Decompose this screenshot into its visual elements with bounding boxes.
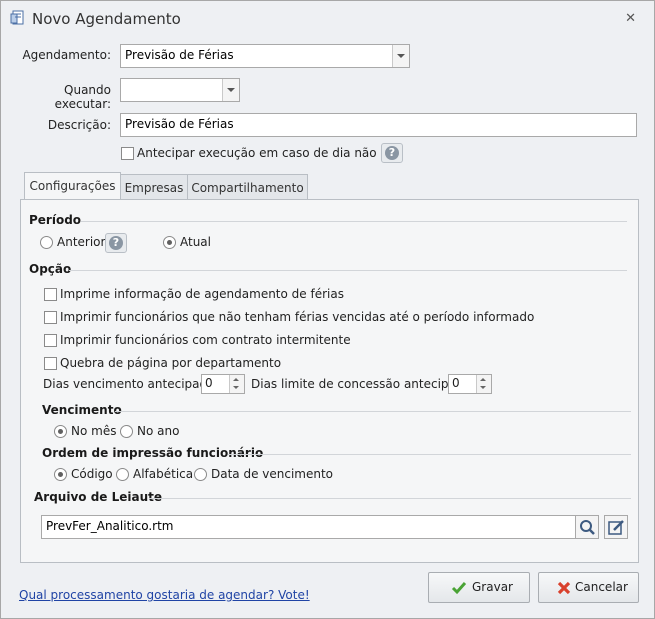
cancelar-label: Cancelar <box>575 580 628 594</box>
descricao-label: Descrição: <box>47 118 111 132</box>
periodo-atual-label: Atual <box>180 235 211 249</box>
agendamento-select[interactable]: Previsão de Férias <box>120 44 410 68</box>
imprimir-sem-ferias-label: Imprimir funcionários que não tenham fér… <box>60 310 535 324</box>
periodo-anterior-radio[interactable] <box>40 236 53 249</box>
antecipar-checkbox[interactable] <box>121 147 134 160</box>
periodo-anterior-label: Anterior <box>57 235 106 249</box>
agendamento-value: Previsão de Férias <box>125 48 234 62</box>
quebra-pagina-label: Quebra de página por departamento <box>60 356 282 370</box>
chevron-down-icon[interactable] <box>222 79 239 101</box>
chevron-down-icon[interactable] <box>392 45 409 67</box>
configuracoes-panel: Período Anterior ? Atual Opção Imprime i… <box>20 199 639 563</box>
antecipar-label: Antecipar execução em caso de dia não út… <box>137 146 404 160</box>
data-vencimento-label: Data de vencimento <box>211 467 334 481</box>
arquivo-divider <box>149 498 631 499</box>
tab-configuracoes[interactable]: Configurações <box>24 172 121 201</box>
help-icon[interactable]: ? <box>105 233 127 253</box>
quando-executar-select[interactable] <box>120 78 240 102</box>
search-button[interactable] <box>575 515 599 539</box>
no-ano-label: No ano <box>137 424 180 438</box>
contrato-intermitente-checkbox[interactable] <box>44 334 57 347</box>
window-title: Novo Agendamento <box>32 10 181 28</box>
stepper-arrows-icon[interactable] <box>476 375 491 393</box>
cancelar-button[interactable]: Cancelar <box>538 572 639 603</box>
help-icon[interactable]: ? <box>381 143 403 163</box>
dias-vencimento-stepper[interactable]: 0 <box>201 374 245 394</box>
edit-icon <box>608 520 624 535</box>
periodo-section-title: Período <box>29 213 82 227</box>
dias-limite-stepper[interactable]: 0 <box>448 374 492 394</box>
dias-limite-label: Dias limite de concessão antecipado: <box>251 377 475 391</box>
imprimir-sem-ferias-checkbox[interactable] <box>44 311 57 324</box>
title-bar: Novo Agendamento ✕ <box>1 1 654 35</box>
stepper-arrows-icon[interactable] <box>229 375 244 393</box>
check-icon <box>451 582 467 595</box>
ordem-divider <box>228 454 631 455</box>
contrato-intermitente-label: Imprimir funcionários com contrato inter… <box>60 333 351 347</box>
periodo-divider <box>81 221 627 222</box>
agendamento-label: Agendamento: <box>22 48 111 62</box>
gravar-button[interactable]: Gravar <box>428 572 530 603</box>
search-icon <box>580 520 595 535</box>
opcao-divider <box>69 270 627 271</box>
quebra-pagina-checkbox[interactable] <box>44 357 57 370</box>
periodo-atual-radio[interactable] <box>163 236 176 249</box>
alfabetica-radio[interactable] <box>116 468 129 481</box>
codigo-radio[interactable] <box>54 468 67 481</box>
descricao-value: Previsão de Férias <box>125 117 234 131</box>
gravar-label: Gravar <box>472 580 513 594</box>
vote-link[interactable]: Qual processamento gostaria de agendar? … <box>19 588 310 602</box>
codigo-label: Código <box>71 467 113 481</box>
vencimento-section-title: Vencimento <box>42 403 122 417</box>
no-mes-label: No mês <box>71 424 117 438</box>
alfabetica-label: Alfabética <box>133 467 194 481</box>
edit-button[interactable] <box>604 515 628 539</box>
opcao-section-title: Opção <box>29 262 72 276</box>
quando-executar-label: Quando executar: <box>54 83 111 111</box>
close-icon[interactable]: ✕ <box>625 11 636 26</box>
arquivo-section-title: Arquivo de Leiaute <box>34 490 163 504</box>
descricao-input[interactable]: Previsão de Férias <box>120 113 637 137</box>
ordem-section-title: Ordem de impressão funcionário <box>42 446 264 460</box>
tab-compartilhamento[interactable]: Compartilhamento <box>187 174 308 201</box>
imprime-informacao-checkbox[interactable] <box>44 288 57 301</box>
no-mes-radio[interactable] <box>54 425 67 438</box>
dias-vencimento-label: Dias vencimento antecipado: <box>43 377 219 391</box>
cancel-x-icon <box>557 581 571 595</box>
data-vencimento-radio[interactable] <box>194 468 207 481</box>
dias-limite-value: 0 <box>452 376 460 390</box>
vencimento-divider <box>115 411 631 412</box>
dias-vencimento-value: 0 <box>205 376 213 390</box>
arquivo-leiaute-value: PrevFer_Analitico.rtm <box>46 519 174 533</box>
schedule-icon <box>10 10 24 25</box>
tab-empresas[interactable]: Empresas <box>120 174 188 201</box>
imprime-informacao-label: Imprime informação de agendamento de fér… <box>60 287 344 301</box>
arquivo-leiaute-input[interactable]: PrevFer_Analitico.rtm <box>41 515 576 539</box>
dialog-window: Novo Agendamento ✕ Agendamento: Previsão… <box>0 0 655 619</box>
no-ano-radio[interactable] <box>120 425 133 438</box>
